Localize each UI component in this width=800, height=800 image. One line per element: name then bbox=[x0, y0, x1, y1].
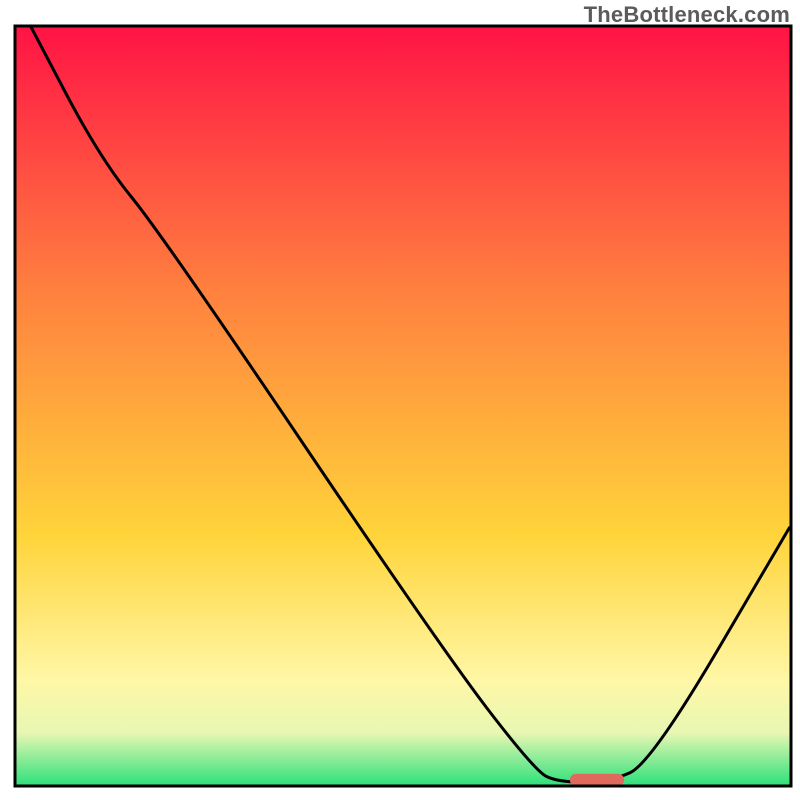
chart-container: { "watermark": "TheBottleneck.com", "col… bbox=[0, 0, 800, 800]
optimal-marker bbox=[570, 774, 624, 786]
gradient-background bbox=[15, 26, 791, 786]
bottleneck-chart bbox=[0, 0, 800, 800]
